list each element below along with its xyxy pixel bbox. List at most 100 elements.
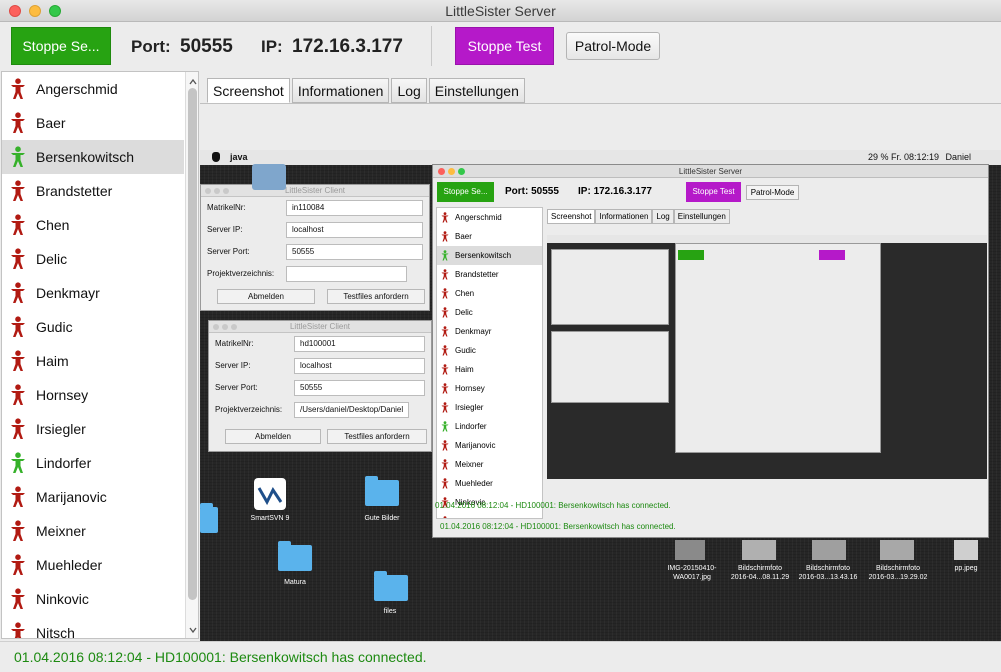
remote-student-name: Muehleder xyxy=(455,479,493,488)
person-offline-icon xyxy=(441,269,449,280)
student-name: Nitsch xyxy=(36,625,75,639)
remote-student-name: Denkmayr xyxy=(455,327,492,336)
student-list-item[interactable]: Marijanovic xyxy=(2,480,184,514)
person-offline-icon xyxy=(441,288,449,299)
person-online-icon xyxy=(10,452,26,474)
desktop-label-bildschirmfoto-1: Bildschirmfoto 2016-04...08.11.29 xyxy=(730,565,790,581)
server-port-field: 50555 xyxy=(286,244,423,260)
student-name: Bersenkowitsch xyxy=(36,149,135,165)
person-offline-icon xyxy=(10,112,26,134)
student-name: Muehleder xyxy=(36,557,103,573)
scroll-down-icon[interactable] xyxy=(189,626,197,634)
remote-student-list-item: Gudic xyxy=(437,341,542,360)
remote-student-name: Chen xyxy=(455,289,475,298)
port-value: 50555 xyxy=(180,36,233,57)
tab-log[interactable]: Log xyxy=(391,78,427,103)
remote-logout-button: Abmelden xyxy=(217,289,315,304)
person-offline-icon xyxy=(10,384,26,406)
person-offline-icon xyxy=(441,231,449,242)
scroll-up-icon[interactable] xyxy=(189,78,197,86)
desktop-label-matura: Matura xyxy=(284,579,306,586)
student-list-item[interactable]: Denkmayr xyxy=(2,276,184,310)
remote-server-title: LittleSister Server xyxy=(433,165,988,178)
tab-einstellungen[interactable]: Einstellungen xyxy=(428,78,525,103)
remote-student-list-item: Bersenkowitsch xyxy=(437,246,542,265)
student-list-item[interactable]: Angerschmid xyxy=(2,72,184,106)
student-list-item[interactable]: Nitsch xyxy=(2,616,184,639)
image-thumbnail xyxy=(954,540,978,560)
student-list-item[interactable]: Bersenkowitsch xyxy=(2,140,184,174)
person-offline-icon xyxy=(441,383,449,394)
remote-student-list-item: Brandstetter xyxy=(437,265,542,284)
patrol-mode-button[interactable]: Patrol-Mode xyxy=(566,32,660,60)
scroll-thumb[interactable] xyxy=(188,88,197,600)
student-list-item[interactable]: Ninkovic xyxy=(2,582,184,616)
remote-student-name: Marijanovic xyxy=(455,441,496,450)
person-online-icon xyxy=(441,250,449,261)
remote-testfiles-button: Testfiles anfordern xyxy=(327,429,427,444)
folder-icon xyxy=(278,541,312,571)
port-label: Port: xyxy=(131,37,171,56)
student-name: Marijanovic xyxy=(36,489,107,505)
remote-port: Port: 50555 xyxy=(505,186,559,197)
remote-server-status: 01.04.2016 08:12:04 - HD100001: Bersenko… xyxy=(440,522,676,531)
person-offline-icon xyxy=(10,316,26,338)
desktop-label-files: files xyxy=(383,608,397,615)
student-name: Baer xyxy=(36,115,66,131)
person-offline-icon xyxy=(10,520,26,542)
tab-bar: Screenshot Informationen Log Einstellung… xyxy=(207,78,527,104)
folder-icon xyxy=(365,476,399,506)
remote-stop-test-button: Stoppe Test xyxy=(686,182,741,202)
matrikel-label: MatrikelNr: xyxy=(207,203,246,212)
student-list-item[interactable]: Muehleder xyxy=(2,548,184,582)
network-folder-icon xyxy=(252,164,286,190)
folder-icon xyxy=(374,571,408,601)
student-list-item[interactable]: Irsiegler xyxy=(2,412,184,446)
tab-screenshot[interactable]: Screenshot xyxy=(207,78,290,103)
remote-student-name: Meixner xyxy=(455,460,484,469)
main-content: Screenshot Informationen Log Einstellung… xyxy=(200,71,1001,642)
remote-student-list-item: Hornsey xyxy=(437,379,542,398)
student-name: Haim xyxy=(36,353,69,369)
remote-stop-server-button: Stoppe Se... xyxy=(437,182,494,202)
student-list-item[interactable]: Delic xyxy=(2,242,184,276)
toolbar-divider xyxy=(431,26,432,66)
student-list-item[interactable]: Baer xyxy=(2,106,184,140)
remote-client-window-2: LittleSister Client MatrikelNr: hd100001 … xyxy=(208,320,432,452)
remote-logout-button: Abmelden xyxy=(225,429,321,444)
server-port-label: Server Port: xyxy=(207,247,250,256)
remote-client-title: LittleSister Client xyxy=(201,185,429,197)
image-thumbnail xyxy=(675,540,705,560)
student-name: Hornsey xyxy=(36,387,89,403)
remote-patrol-button: Patrol-Mode xyxy=(746,185,799,200)
student-name: Angerschmid xyxy=(36,81,118,97)
remote-screenshot xyxy=(547,235,987,479)
person-offline-icon xyxy=(441,478,449,489)
student-list-item[interactable]: Gudic xyxy=(2,310,184,344)
student-list-item[interactable]: Meixner xyxy=(2,514,184,548)
person-online-icon xyxy=(441,421,449,432)
remote-menubar-status: 29 % Fr. 08:12:19 xyxy=(867,152,939,162)
remote-student-list-item: Lindorfer xyxy=(437,417,542,436)
remote-student-list-item: Chen xyxy=(437,284,542,303)
student-list-item[interactable]: Haim xyxy=(2,344,184,378)
person-offline-icon xyxy=(441,307,449,318)
desktop-label-pp: pp.jpeg xyxy=(954,565,978,572)
image-thumbnail xyxy=(742,540,776,560)
tab-informationen[interactable]: Informationen xyxy=(291,78,390,103)
student-list-item[interactable]: Lindorfer xyxy=(2,446,184,480)
student-list-item[interactable]: Chen xyxy=(2,208,184,242)
student-list-scrollbar[interactable] xyxy=(185,72,198,638)
student-list-item[interactable]: Brandstetter xyxy=(2,174,184,208)
stop-server-button[interactable]: Stoppe Se... xyxy=(11,27,111,65)
student-list-item[interactable]: Hornsey xyxy=(2,378,184,412)
remote-student-list-items: Angerschmid Baer Bersenkowitsch Brandstette… xyxy=(437,208,542,518)
stop-test-button[interactable]: Stoppe Test xyxy=(455,27,554,65)
desktop-label-gute-bilder: Gute Bilder xyxy=(364,515,400,522)
person-offline-icon xyxy=(441,440,449,451)
student-name: Brandstetter xyxy=(36,183,113,199)
server-ip-field: localhost xyxy=(286,222,423,238)
person-offline-icon xyxy=(10,282,26,304)
remote-status-text: 01.04.2016 08:12:04 - HD100001: Bersenko… xyxy=(435,501,671,510)
project-dir-label: Projektverzeichnis: xyxy=(215,405,283,414)
